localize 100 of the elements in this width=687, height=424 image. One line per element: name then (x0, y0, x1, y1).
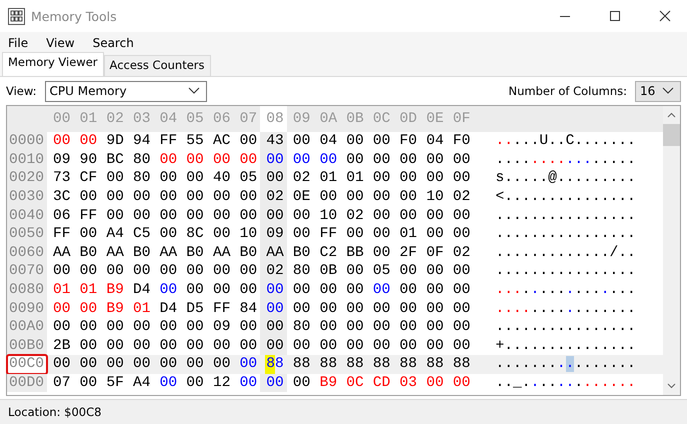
hex-byte[interactable]: 00 (260, 374, 287, 392)
hex-byte[interactable]: 00 (234, 206, 260, 225)
hex-byte[interactable]: 00 (234, 355, 260, 374)
hex-byte[interactable]: 80 (126, 169, 154, 188)
hex-byte[interactable]: 0C (340, 374, 367, 392)
hex-byte[interactable]: C2 (314, 244, 340, 262)
hex-byte[interactable]: 00 (234, 262, 260, 281)
hex-byte[interactable]: 00 (100, 355, 127, 374)
maximize-icon[interactable] (609, 10, 621, 22)
hex-byte[interactable]: D4 (154, 299, 180, 318)
hex-byte[interactable]: 00 (314, 318, 340, 337)
hex-byte[interactable]: CD (366, 374, 394, 392)
hex-byte[interactable]: 00 (47, 299, 74, 318)
hex-byte[interactable]: 00 (154, 169, 180, 188)
hex-byte[interactable]: 00 (206, 150, 234, 170)
hex-byte[interactable]: 10 (234, 224, 260, 244)
hex-byte[interactable]: 02 (446, 244, 474, 262)
hex-byte[interactable]: 00 (420, 169, 447, 188)
hex-byte[interactable]: 02 (260, 262, 287, 281)
hex-byte[interactable]: 00 (314, 299, 340, 318)
hex-byte[interactable]: 00 (74, 318, 100, 337)
hex-byte[interactable]: 00 (420, 206, 447, 225)
hex-byte[interactable]: AA (100, 244, 127, 262)
hex-byte[interactable]: 00 (286, 150, 314, 170)
hex-byte[interactable]: 00 (366, 188, 394, 206)
hex-byte[interactable]: 00 (260, 318, 287, 337)
hex-byte[interactable]: CF (74, 169, 100, 188)
menu-item[interactable]: File (8, 36, 28, 50)
hex-byte[interactable]: 00 (100, 188, 127, 206)
hex-byte[interactable]: 00 (286, 280, 314, 300)
hex-byte[interactable]: 00 (154, 355, 180, 374)
hex-byte[interactable]: 00 (446, 280, 474, 300)
hex-byte[interactable]: 00 (234, 318, 260, 337)
hex-byte[interactable]: 0B (314, 262, 340, 281)
chevron-down-icon[interactable] (667, 383, 676, 389)
hex-byte[interactable]: 00 (234, 336, 260, 356)
hex-byte[interactable]: 00 (286, 206, 314, 225)
hex-byte[interactable]: 00 (340, 318, 367, 337)
hex-byte[interactable]: 00 (420, 318, 447, 337)
hex-byte[interactable]: 10 (420, 188, 447, 206)
hex-byte[interactable]: 00 (206, 188, 234, 206)
scrollbar[interactable] (663, 106, 680, 395)
tab[interactable]: Memory Viewer (2, 52, 104, 76)
hex-byte[interactable]: 00 (154, 262, 180, 281)
hex-byte[interactable]: 00 (234, 150, 260, 170)
hex-byte[interactable]: 00 (446, 169, 474, 188)
hex-byte[interactable]: 00 (446, 262, 474, 281)
hex-byte[interactable]: 00 (314, 280, 340, 300)
hex-byte[interactable]: 00 (314, 150, 340, 170)
hex-byte[interactable]: 00 (394, 206, 420, 225)
hex-byte[interactable]: 00 (206, 280, 234, 300)
hex-byte[interactable]: 00 (420, 150, 447, 170)
hex-byte[interactable]: B9 (100, 299, 127, 318)
hex-byte[interactable]: 00 (154, 188, 180, 206)
hex-byte[interactable]: 00 (154, 150, 180, 170)
hex-byte[interactable]: D4 (126, 280, 154, 300)
hex-byte[interactable]: BC (100, 150, 127, 170)
hex-byte[interactable]: 09 (47, 150, 74, 170)
hex-byte[interactable]: FF (206, 299, 234, 318)
hex-byte[interactable]: 04 (314, 132, 340, 151)
hex-byte[interactable]: 00 (180, 169, 207, 188)
hex-byte[interactable]: 00 (366, 299, 394, 318)
hex-byte[interactable]: 01 (394, 224, 420, 244)
hex-byte[interactable]: 0E (286, 188, 314, 206)
scroll-thumb[interactable] (663, 124, 680, 146)
hex-byte[interactable]: 00 (126, 206, 154, 225)
hex-byte[interactable]: 01 (47, 280, 74, 300)
hex-byte[interactable]: 2B (47, 336, 74, 356)
hex-byte[interactable]: 00 (180, 355, 207, 374)
hex-byte[interactable]: 00 (154, 224, 180, 244)
hex-byte[interactable]: 00 (366, 169, 394, 188)
hex-byte[interactable]: 00 (366, 336, 394, 356)
hex-byte[interactable]: 01 (74, 280, 100, 300)
hex-byte[interactable]: FF (154, 132, 180, 151)
hex-byte[interactable]: AA (154, 244, 180, 262)
hex-byte[interactable]: 80 (286, 318, 314, 337)
hex-byte[interactable]: AA (206, 244, 234, 262)
hex-byte[interactable]: B0 (180, 244, 207, 262)
hex-byte[interactable]: AA (260, 244, 287, 262)
hex-byte[interactable]: 00 (314, 336, 340, 356)
hex-byte[interactable]: 00 (154, 374, 180, 392)
hex-byte[interactable]: A4 (100, 224, 127, 244)
hex-byte[interactable]: 00 (340, 262, 367, 281)
hex-byte[interactable]: 00 (126, 336, 154, 356)
hex-byte[interactable]: 00 (260, 336, 287, 356)
hex-byte[interactable]: 00 (234, 280, 260, 300)
hex-byte[interactable]: 00 (366, 132, 394, 151)
hex-byte[interactable]: 00 (286, 299, 314, 318)
hex-byte[interactable]: 00 (206, 336, 234, 356)
hex-byte[interactable]: 80 (126, 150, 154, 170)
hex-byte[interactable]: 40 (206, 169, 234, 188)
hex-byte[interactable]: 00 (366, 206, 394, 225)
hex-byte[interactable]: 00 (100, 169, 127, 188)
hex-byte[interactable]: 00 (126, 355, 154, 374)
hex-byte[interactable]: 00 (126, 188, 154, 206)
hex-byte[interactable]: A4 (126, 374, 154, 392)
hex-byte[interactable]: FF (314, 224, 340, 244)
hex-byte[interactable]: 00 (154, 206, 180, 225)
hex-byte[interactable]: 00 (260, 169, 287, 188)
hex-byte[interactable]: 00 (180, 188, 207, 206)
